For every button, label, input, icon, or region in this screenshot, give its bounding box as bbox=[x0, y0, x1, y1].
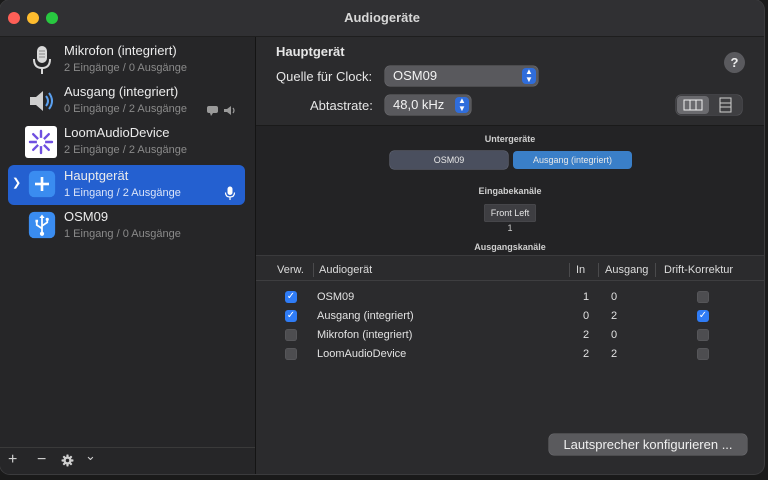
sample-rate-label: Abtastrate: bbox=[310, 98, 373, 113]
device-channel-summary: 2 Eingänge / 2 Ausgänge bbox=[64, 144, 187, 156]
device-channel-summary: 0 Eingänge / 2 Ausgänge bbox=[64, 103, 187, 115]
table-row: LoomAudioDevice 2 2 bbox=[256, 345, 764, 364]
column-separator bbox=[569, 263, 570, 277]
default-output-speaker-icon bbox=[224, 106, 235, 115]
device-heading: Hauptgerät bbox=[276, 44, 345, 59]
input-channel-index: 1 bbox=[507, 223, 513, 233]
row-device-name: LoomAudioDevice bbox=[317, 348, 407, 360]
input-channels-title: Eingabekanäle bbox=[478, 186, 542, 196]
sidebar-footer: + − ⌄ bbox=[0, 447, 255, 474]
microphone-icon bbox=[33, 46, 51, 74]
row-in-count: 0 bbox=[583, 310, 590, 322]
output-channels-title: Ausgangskanäle bbox=[474, 242, 546, 252]
drift-correction-checkbox[interactable]: ✓ bbox=[697, 310, 709, 322]
default-input-microphone-icon bbox=[224, 186, 236, 200]
column-separator bbox=[655, 263, 656, 277]
use-checkbox[interactable] bbox=[285, 329, 297, 341]
column-separator bbox=[598, 263, 599, 277]
sample-rate-popup[interactable]: 48,0 kHz ▲ ▼ bbox=[385, 95, 471, 115]
row-device-name: OSM09 bbox=[317, 291, 355, 303]
alert-sound-icon bbox=[207, 106, 218, 116]
row-in-count: 2 bbox=[583, 348, 590, 360]
subdevices-title: Untergeräte bbox=[484, 134, 536, 144]
chevron-updown-icon: ▲ ▼ bbox=[522, 68, 536, 84]
device-channel-summary: 2 Eingänge / 0 Ausgänge bbox=[64, 62, 187, 74]
remove-device-button[interactable]: − bbox=[37, 451, 46, 469]
loom-logo-icon bbox=[25, 126, 57, 158]
drift-correction-checkbox[interactable] bbox=[697, 348, 709, 360]
device-detail-panel: Hauptgerät Quelle für Clock: OSM09 ▲ ▼ Ab… bbox=[256, 37, 764, 474]
columns-view-button[interactable] bbox=[677, 96, 709, 114]
column-header-use[interactable]: Verw. bbox=[277, 264, 304, 276]
subdevice-ausgang[interactable]: Ausgang (integriert) bbox=[513, 151, 632, 169]
chevron-down-icon[interactable]: ⌄ bbox=[85, 448, 96, 464]
configure-speakers-button[interactable]: Lautsprecher konfigurieren ... bbox=[549, 434, 747, 455]
device-name: Hauptgerät bbox=[64, 168, 129, 183]
window-title: Audiogeräte bbox=[344, 10, 420, 25]
help-button[interactable]: ? bbox=[724, 52, 745, 73]
clock-source-label: Quelle für Clock: bbox=[276, 69, 373, 84]
devices-table-header: Verw. Audiogerät In Ausgang Drift-Korrek… bbox=[256, 260, 764, 281]
chevron-updown-icon: ▲ ▼ bbox=[455, 97, 469, 113]
device-item-loomaudiodevice[interactable]: LoomAudioDevice 2 Eingänge / 2 Ausgänge bbox=[8, 122, 245, 162]
device-channel-summary: 1 Eingang / 0 Ausgänge bbox=[64, 228, 181, 240]
table-row: ✓ Ausgang (integriert) 0 2 ✓ bbox=[256, 307, 764, 326]
device-item-mikrofon[interactable]: Mikrofon (integriert) 2 Eingänge / 0 Aus… bbox=[8, 40, 245, 80]
table-row: ✓ OSM09 1 0 bbox=[256, 288, 764, 307]
drift-correction-checkbox[interactable] bbox=[697, 329, 709, 341]
column-header-in[interactable]: In bbox=[576, 264, 585, 276]
row-device-name: Ausgang (integriert) bbox=[317, 310, 414, 322]
audio-devices-window: Audiogeräte Mikrofon (integriert) 2 Eing… bbox=[0, 0, 764, 474]
channel-map-panel: Untergeräte OSM09 Ausgang (integriert) E… bbox=[256, 125, 764, 256]
clock-source-popup[interactable]: OSM09 ▲ ▼ bbox=[385, 66, 538, 86]
view-mode-segmented-control bbox=[676, 95, 742, 115]
usb-icon bbox=[28, 211, 56, 239]
row-out-count: 0 bbox=[611, 291, 618, 303]
subdevice-osm09[interactable]: OSM09 bbox=[390, 151, 508, 169]
column-header-drift[interactable]: Drift-Korrektur bbox=[664, 264, 733, 276]
row-out-count: 2 bbox=[611, 348, 618, 360]
rows-view-button[interactable] bbox=[710, 96, 741, 114]
row-in-count: 2 bbox=[583, 329, 590, 341]
rows-view-icon bbox=[719, 97, 732, 113]
device-name: Ausgang (integriert) bbox=[64, 84, 179, 99]
use-checkbox[interactable]: ✓ bbox=[285, 310, 297, 322]
use-checkbox[interactable] bbox=[285, 348, 297, 360]
table-row: Mikrofon (integriert) 2 0 bbox=[256, 326, 764, 345]
column-separator bbox=[313, 263, 314, 277]
device-name: OSM09 bbox=[64, 209, 109, 224]
column-header-out[interactable]: Ausgang bbox=[605, 264, 648, 276]
drift-correction-checkbox[interactable] bbox=[697, 291, 709, 303]
device-item-ausgang[interactable]: Ausgang (integriert) 0 Eingänge / 2 Ausg… bbox=[8, 81, 245, 121]
device-sidebar: Mikrofon (integriert) 2 Eingänge / 0 Aus… bbox=[0, 37, 256, 474]
row-out-count: 0 bbox=[611, 329, 618, 341]
title-bar: Audiogeräte bbox=[0, 0, 764, 37]
column-header-device[interactable]: Audiogerät bbox=[319, 264, 372, 276]
sample-rate-value: 48,0 kHz bbox=[393, 97, 445, 112]
use-checkbox[interactable]: ✓ bbox=[285, 291, 297, 303]
gear-icon[interactable] bbox=[61, 454, 74, 467]
device-item-hauptgeraet[interactable]: ❯ Hauptgerät 1 Eingang / 2 Ausgänge bbox=[8, 165, 245, 205]
device-name: Mikrofon (integriert) bbox=[64, 43, 177, 58]
aggregate-plus-icon bbox=[28, 170, 56, 198]
row-in-count: 1 bbox=[583, 291, 590, 303]
disclosure-chevron-icon[interactable]: ❯ bbox=[12, 176, 21, 189]
row-out-count: 2 bbox=[611, 310, 618, 322]
add-device-button[interactable]: + bbox=[8, 451, 17, 469]
speaker-icon bbox=[30, 91, 53, 111]
device-item-osm09[interactable]: OSM09 1 Eingang / 0 Ausgänge bbox=[8, 206, 245, 246]
device-channel-summary: 1 Eingang / 2 Ausgänge bbox=[64, 187, 181, 199]
device-name: LoomAudioDevice bbox=[64, 125, 170, 140]
input-channel-front-left[interactable]: Front Left bbox=[485, 205, 535, 221]
clock-source-value: OSM09 bbox=[393, 68, 438, 83]
row-device-name: Mikrofon (integriert) bbox=[317, 329, 413, 341]
columns-view-icon bbox=[683, 99, 703, 111]
